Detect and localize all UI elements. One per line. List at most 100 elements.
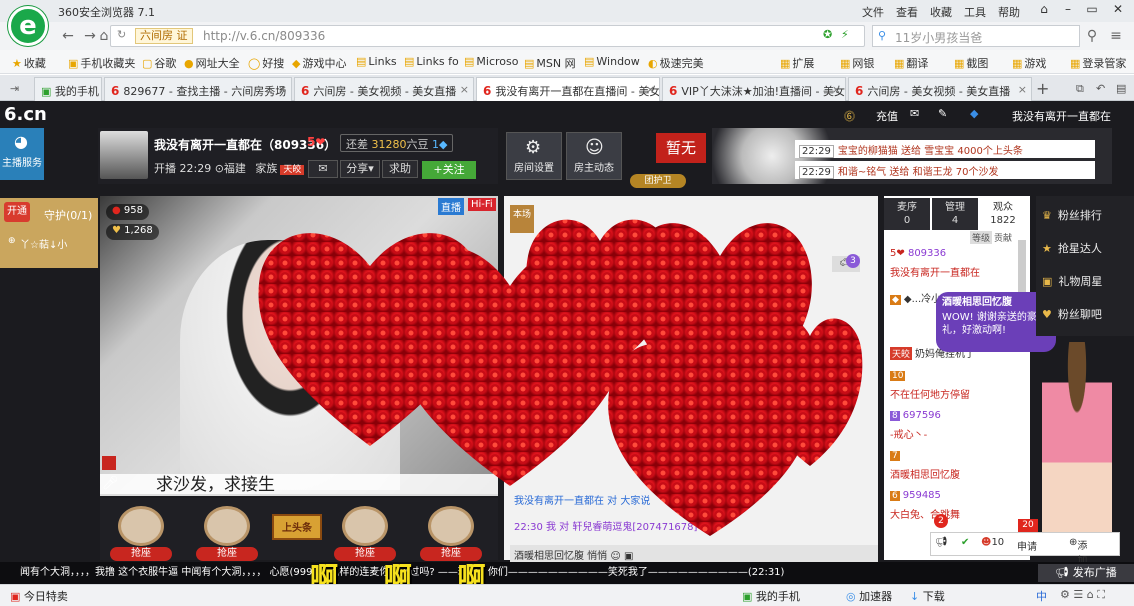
tab-live-room[interactable]: 6 我没有离开一直都在直播间 - 美女 × — [476, 77, 660, 102]
input-method[interactable]: 中 — [1036, 588, 1047, 604]
bookmark-google[interactable]: ▢ 谷歌 — [142, 55, 176, 71]
url-text[interactable]: http://v.6.cn/809336 — [203, 29, 325, 43]
bookmark-favorites[interactable]: ★ 收藏 — [12, 55, 46, 71]
coin-icon[interactable]: ⓺ — [844, 108, 855, 124]
vip-icon[interactable]: ◆ — [970, 107, 978, 120]
minimize-icon[interactable]: – — [1056, 0, 1080, 20]
mail-icon[interactable]: ✉ — [910, 107, 919, 120]
lightning-icon[interactable]: ⚡ — [841, 28, 849, 41]
username-link[interactable]: 我没有离开一直都在 — [1012, 108, 1111, 124]
share-button[interactable]: 分享▾ — [340, 160, 380, 178]
tab-6cn-1[interactable]: 6 六间房 - 美女视频 - 美女直播 × — [294, 77, 474, 101]
toolbar-login[interactable]: ▦ 登录管家 — [1070, 55, 1126, 71]
user-row[interactable]: 7 — [890, 450, 903, 461]
browser-logo-icon[interactable]: e — [8, 6, 48, 46]
user-row[interactable]: ◆ ◆...冷小 — [890, 290, 941, 305]
site-verify-badge[interactable]: 六间房 证 — [135, 28, 193, 44]
toolbar-screenshot[interactable]: ▦ 截图 — [954, 55, 988, 71]
bookmark-hao[interactable]: ● 网址大全 — [184, 55, 240, 71]
close-icon[interactable]: ✕ — [1106, 0, 1130, 20]
bookmark-links[interactable]: ▤ Links — [356, 55, 397, 68]
user-list-scrollbar[interactable] — [1018, 240, 1026, 300]
chat-input-bar[interactable]: 📢︎ ✔ ☻10 申请 ⊕添加 — [930, 532, 1120, 567]
user-row[interactable]: 5❤ 809336 — [890, 248, 946, 259]
bookmark-microsoft[interactable]: ▤ Microso — [464, 55, 518, 68]
message-button[interactable]: ✉ — [308, 160, 338, 178]
site-logo[interactable]: 6.cn — [4, 104, 47, 125]
bookmark-links-fo[interactable]: ▤ Links fo — [404, 55, 459, 68]
check-icon[interactable]: ✔ — [961, 537, 969, 548]
volume-icon[interactable] — [102, 456, 116, 470]
user-row[interactable]: 8 697596 — [890, 410, 941, 421]
guard-add-icon[interactable]: ⊕ — [8, 236, 16, 246]
add-button[interactable]: ⊕添加 — [1069, 537, 1087, 567]
apply-input[interactable]: 申请 — [1017, 538, 1037, 553]
user-row[interactable]: -戒心丶- — [890, 426, 927, 441]
speaker-icon[interactable]: 📢︎ — [935, 537, 948, 548]
tab-list-icon[interactable]: ⇥ — [10, 82, 19, 95]
tab-audience[interactable]: 观众 1822 — [980, 198, 1026, 230]
bookmark-games[interactable]: ◆ 游戏中心 — [292, 55, 346, 71]
status-accelerator[interactable]: ◎ 加速器 — [846, 588, 892, 604]
tab-close-icon[interactable]: × — [460, 83, 469, 96]
microphone-icon[interactable]: 🎤︎ — [102, 476, 119, 491]
grab-seat-button[interactable]: 抢座 — [196, 547, 258, 561]
bookmark-mobile[interactable]: ▣ 手机收藏夹 — [68, 55, 135, 71]
search-input[interactable]: ⚲ 11岁小男孩当爸 — [872, 25, 1080, 47]
fans-rank-link[interactable]: ♛ 粉丝排行 — [1042, 207, 1102, 223]
toolbar-bank[interactable]: ▦ 网银 — [840, 55, 874, 71]
search-go-icon[interactable]: ⚲ — [1082, 26, 1102, 46]
maximize-icon[interactable]: ▭ — [1080, 0, 1104, 20]
status-download[interactable]: ↓ 下载 — [910, 588, 945, 604]
menu-icon[interactable]: ≡ — [1106, 26, 1126, 46]
tab-sidebar-icon[interactable]: ▤ — [1116, 82, 1126, 95]
shield-icon[interactable]: ✪ — [823, 28, 832, 41]
address-bar[interactable]: ↻ 六间房 证 http://v.6.cn/809336 ✪ ⚡ — [110, 25, 865, 47]
tab-my-phone[interactable]: ▣ 我的手机 — [34, 77, 102, 101]
bookmark-windows[interactable]: ▤ Window — [584, 55, 640, 68]
grab-seat-button[interactable]: 抢座 — [110, 547, 172, 561]
menu-file[interactable]: 文件 — [862, 4, 884, 20]
star-rank-link[interactable]: ★ 抢星达人 — [1042, 240, 1102, 256]
bookmark-haosou[interactable]: ◯ 好搜 — [248, 55, 284, 71]
tab-history-icon[interactable]: ↶ — [1096, 82, 1105, 95]
user-row[interactable]: 酒暖相思回忆腹 — [890, 466, 960, 481]
toolbar-extensions[interactable]: ▦ 扩展 — [780, 55, 814, 71]
bookmark-msn[interactable]: ▤ MSN 网 — [524, 55, 576, 71]
daily-deal-link[interactable]: ▣ 今日特卖 — [10, 588, 68, 604]
fans-chat-link[interactable]: ♥ 粉丝聊吧 — [1042, 306, 1102, 322]
skin-icon[interactable]: ⌂ — [1032, 0, 1056, 20]
menu-favorites[interactable]: 收藏 — [930, 4, 952, 20]
follow-button[interactable]: +关注 — [422, 161, 476, 179]
status-icons[interactable]: ⚙ ☰ ⌂ ⛶ — [1060, 588, 1105, 602]
menu-help[interactable]: 帮助 — [998, 4, 1020, 20]
sort-contribution[interactable]: 贡献 — [994, 231, 1012, 244]
tab-mic-queue[interactable]: 麦序 0 — [884, 198, 930, 230]
guard-open-button[interactable]: 开通 — [4, 202, 30, 222]
refresh-icon[interactable]: ↻ — [117, 28, 126, 41]
user-row[interactable]: 我没有离开一直都在 — [890, 264, 980, 279]
menu-view[interactable]: 查看 — [896, 4, 918, 20]
room-settings-button[interactable]: ⚙ 房间设置 — [506, 132, 562, 180]
back-icon[interactable]: ← — [58, 26, 78, 46]
user-row[interactable]: 6 959485 — [890, 490, 941, 501]
toolbar-translate[interactable]: ▦ 翻译 — [894, 55, 928, 71]
charge-link[interactable]: 充值 — [876, 108, 898, 124]
menu-tools[interactable]: 工具 — [964, 4, 986, 20]
anchor-service-button[interactable]: ◕ 主播服务 — [0, 128, 44, 180]
tab-vip-room[interactable]: 6 VIP丫大沫沫★加油!直播间 - 美女 × — [662, 77, 846, 101]
user-row[interactable]: 10 — [890, 370, 908, 381]
edit-icon[interactable]: ✎ — [938, 107, 947, 120]
host-avatar[interactable] — [100, 131, 148, 179]
tab-admins[interactable]: 管理 4 — [932, 198, 978, 230]
tab-close-icon[interactable]: × — [832, 83, 841, 96]
tab-close-icon[interactable]: × — [278, 83, 287, 96]
user-row[interactable]: 不在任何地方停留 — [890, 386, 970, 401]
toolbar-games[interactable]: ▦ 游戏 — [1012, 55, 1046, 71]
family-tag[interactable]: 天皎 — [280, 165, 305, 175]
help-button[interactable]: 求助 — [382, 160, 418, 178]
sort-level[interactable]: 等级 — [970, 231, 993, 244]
new-tab-icon[interactable]: + — [1036, 79, 1049, 98]
tab-close-icon[interactable]: × — [1018, 83, 1027, 96]
user-row[interactable]: 大白兔、合跳舞 — [890, 506, 960, 521]
